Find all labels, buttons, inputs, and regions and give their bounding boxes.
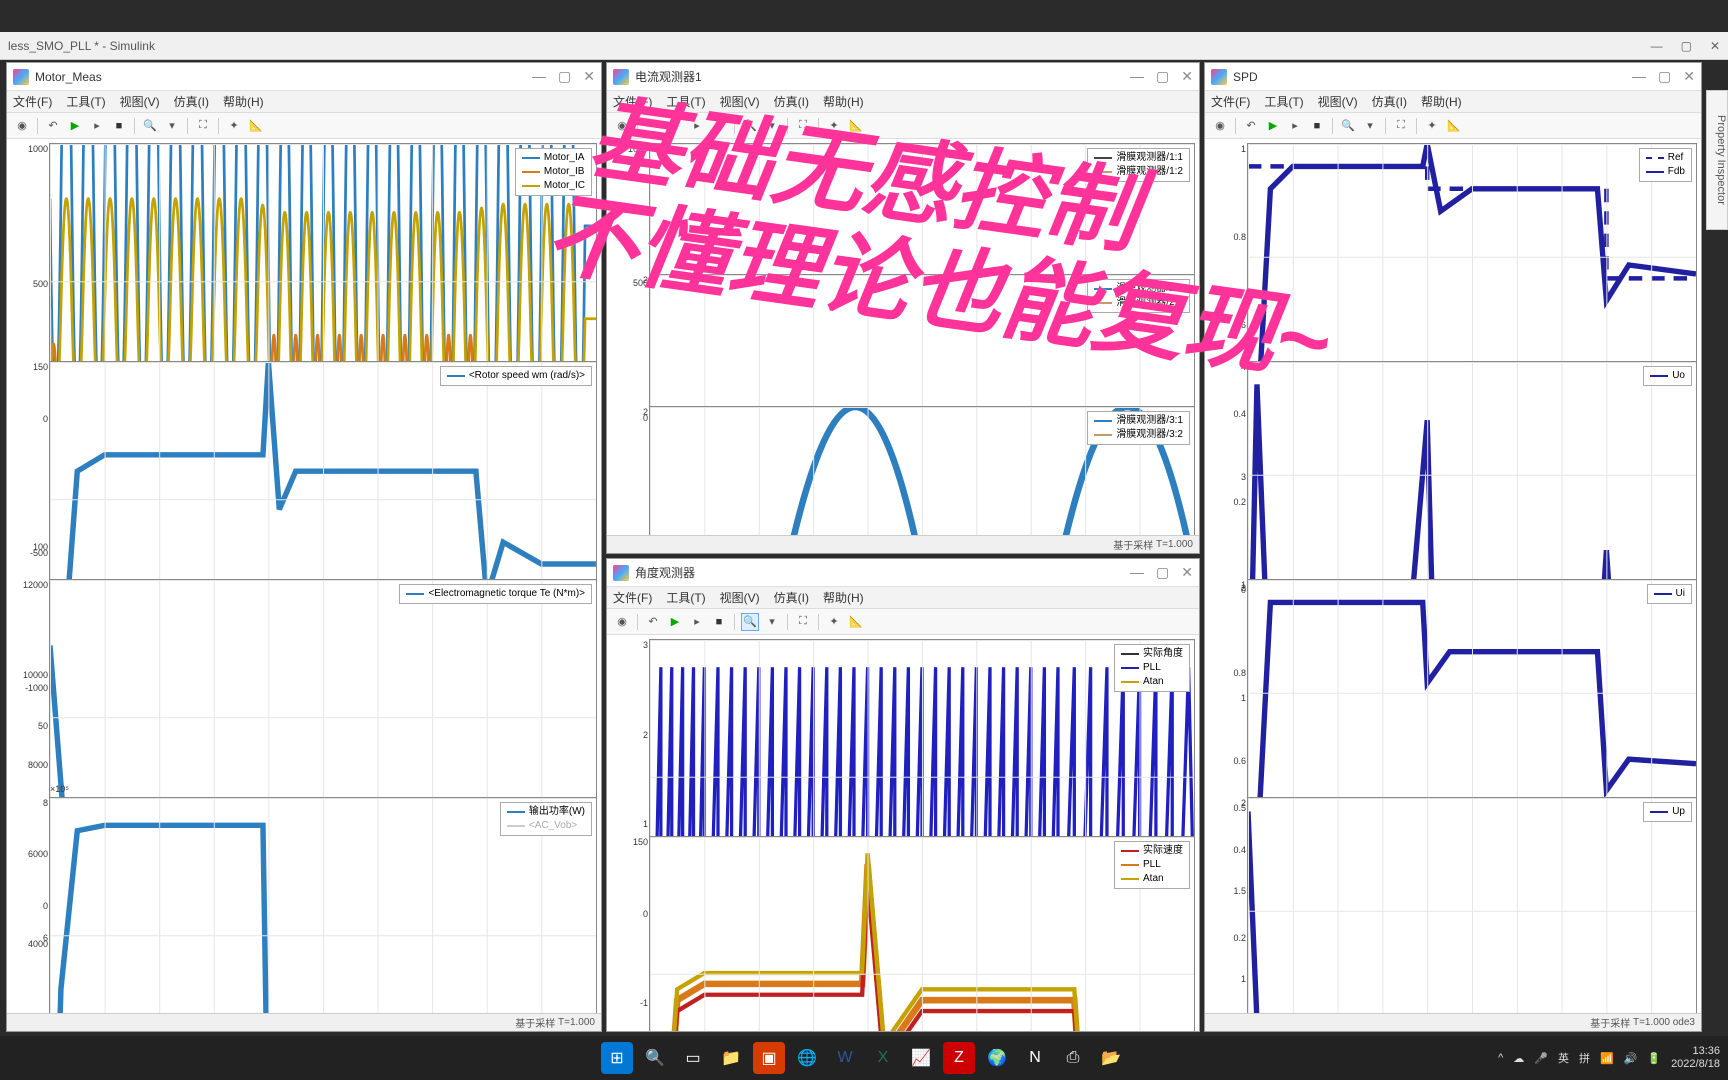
minimize-icon[interactable]: ― (1632, 68, 1646, 85)
simulink-window-controls: ― ▢ ✕ (1651, 39, 1720, 53)
stop-icon[interactable]: ■ (710, 613, 728, 631)
explorer-icon[interactable]: 📁 (715, 1042, 747, 1074)
zoom-icon[interactable]: 🔍 (741, 117, 759, 135)
app-icon[interactable]: Z (943, 1042, 975, 1074)
app-icon[interactable]: ▣ (753, 1042, 785, 1074)
settings-icon[interactable]: ◉ (613, 613, 631, 631)
minimize-icon[interactable]: ― (1651, 39, 1663, 53)
scope-title: SPD (1233, 70, 1632, 84)
maximize-icon[interactable]: ▢ (1156, 564, 1169, 581)
simulink-titlebar: less_SMO_PLL * - Simulink ― ▢ ✕ (0, 32, 1728, 60)
scope-logo-icon (1211, 69, 1227, 85)
menu-file[interactable]: 文件(F) (13, 93, 52, 110)
scope-title: 电流观测器1 (635, 68, 1130, 85)
tray-volume-icon[interactable]: 🔊 (1624, 1052, 1638, 1065)
search-icon[interactable]: 🔍 (639, 1042, 671, 1074)
autoscale-icon[interactable]: ⛶ (794, 613, 812, 631)
minimize-icon[interactable]: ― (1130, 68, 1144, 85)
minimize-icon[interactable]: ― (532, 68, 546, 85)
simulink-title: less_SMO_PLL * - Simulink (8, 39, 1651, 53)
app-icon[interactable]: ⎙ (1057, 1042, 1089, 1074)
cursor-icon[interactable]: ✦ (225, 117, 243, 135)
maximize-icon[interactable]: ▢ (558, 68, 571, 85)
play-icon[interactable]: ▶ (66, 117, 84, 135)
close-icon[interactable]: ✕ (583, 68, 595, 85)
menu-sim[interactable]: 仿真(I) (174, 93, 209, 110)
excel-icon[interactable]: X (867, 1042, 899, 1074)
minimize-icon[interactable]: ― (1130, 564, 1144, 581)
scope-toolbar: ◉ ↶ ▶ ▸ ■ 🔍 ▾ ⛶ ✦ 📐 (7, 113, 601, 139)
close-icon[interactable]: ✕ (1181, 564, 1193, 581)
zoom-icon[interactable]: 🔍 (141, 117, 159, 135)
autoscale-icon[interactable]: ⛶ (194, 117, 212, 135)
chart-spd-up[interactable]: Up 21.510.50-0.5 00.10.20.30.40.50.60.70… (1247, 797, 1697, 1013)
close-icon[interactable]: ✕ (1181, 68, 1193, 85)
play-icon[interactable]: ▶ (1264, 117, 1282, 135)
scope-logo-icon (13, 69, 29, 85)
chrome-icon[interactable]: 🌐 (791, 1042, 823, 1074)
menu-view[interactable]: 视图(V) (120, 93, 160, 110)
tray-clock[interactable]: 13:36 2022/8/18 (1671, 1045, 1720, 1071)
zoom-icon[interactable]: 🔍 (1339, 117, 1357, 135)
autoscale-icon[interactable]: ⛶ (794, 117, 812, 135)
menu-tools[interactable]: 工具(T) (66, 93, 105, 110)
scope-menu[interactable]: 文件(F) 工具(T) 视图(V) 仿真(I) 帮助(H) (7, 91, 601, 113)
step-fwd-icon[interactable]: ▸ (88, 117, 106, 135)
maximize-icon[interactable]: ▢ (1156, 68, 1169, 85)
settings-icon[interactable]: ◉ (613, 117, 631, 135)
menu-help[interactable]: 帮助(H) (223, 93, 264, 110)
tray-mic-icon[interactable]: 🎤 (1534, 1052, 1548, 1065)
maximize-icon[interactable]: ▢ (1658, 68, 1671, 85)
legend: Motor_IA Motor_IB Motor_IC (515, 148, 592, 196)
word-icon[interactable]: W (829, 1042, 861, 1074)
tray-cloud-icon[interactable]: ☁ (1513, 1052, 1524, 1065)
stop-icon[interactable]: ■ (110, 117, 128, 135)
taskview-icon[interactable]: ▭ (677, 1042, 709, 1074)
stop-icon[interactable]: ■ (710, 117, 728, 135)
close-icon[interactable]: ✕ (1710, 39, 1720, 53)
close-icon[interactable]: ✕ (1683, 68, 1695, 85)
play-icon[interactable]: ▶ (666, 117, 684, 135)
play-icon[interactable]: ▶ (666, 613, 684, 631)
chart-angle-speed[interactable]: 实际速度PLLAtan 15010050 00.10.20.30.40.50.6… (649, 836, 1195, 1031)
settings-icon[interactable]: ◉ (13, 117, 31, 135)
stop-icon[interactable]: ■ (1308, 117, 1326, 135)
start-icon[interactable]: ⊞ (601, 1042, 633, 1074)
notion-icon[interactable]: N (1019, 1042, 1051, 1074)
chart-power[interactable]: ×10⁵ 输出功率(W)<AC_Vob> 86420 00.10.20.30.4… (49, 797, 597, 1013)
scope-current-observer: 电流观测器1 ―▢✕ 文件(F)工具(T)视图(V)仿真(I)帮助(H) ◉↶▶… (606, 62, 1200, 554)
tray-ime2[interactable]: 拼 (1579, 1050, 1590, 1066)
taskbar: ⊞ 🔍 ▭ 📁 ▣ 🌐 W X 📈 Z 🌍 N ⎙ 📂 ^ ☁ 🎤 英 拼 📶 … (0, 1036, 1728, 1080)
measure-icon[interactable]: 📐 (247, 117, 265, 135)
scope-title: 角度观测器 (635, 564, 1130, 581)
tray-chevron-icon[interactable]: ^ (1498, 1052, 1503, 1064)
settings-icon[interactable]: ◉ (1211, 117, 1229, 135)
tray-wifi-icon[interactable]: 📶 (1600, 1052, 1614, 1065)
scope-logo-icon (613, 565, 629, 581)
scope-motor-meas: Motor_Meas ― ▢ ✕ 文件(F) 工具(T) 视图(V) 仿真(I) 帮… (6, 62, 602, 1032)
folder-icon[interactable]: 📂 (1095, 1042, 1127, 1074)
scope-logo-icon (613, 69, 629, 85)
property-inspector-tab[interactable]: Property Inspector (1706, 90, 1728, 230)
autoscale-icon[interactable]: ⛶ (1392, 117, 1410, 135)
zoom-dropdown-icon[interactable]: ▾ (163, 117, 181, 135)
tray-ime[interactable]: 英 (1558, 1050, 1569, 1066)
chart-smo3[interactable]: 滑膜观测器/3:1滑膜观测器/3:2 20-2 0.080.10.120.140… (649, 406, 1195, 535)
scope-spd: SPD ―▢✕ 文件(F)工具(T)视图(V)仿真(I)帮助(H) ◉↶▶▸■🔍… (1204, 62, 1702, 1032)
tray-battery-icon[interactable]: 🔋 (1647, 1052, 1661, 1065)
scope-angle-observer: 角度观测器 ―▢✕ 文件(F)工具(T)视图(V)仿真(I)帮助(H) ◉↶▶▸… (606, 558, 1200, 1032)
maximize-icon[interactable]: ▢ (1681, 39, 1692, 53)
step-back-icon[interactable]: ↶ (44, 117, 62, 135)
scope-title: Motor_Meas (35, 70, 532, 84)
edge-icon[interactable]: 🌍 (981, 1042, 1013, 1074)
matlab-icon[interactable]: 📈 (905, 1042, 937, 1074)
zoom-icon[interactable]: 🔍 (741, 613, 759, 631)
